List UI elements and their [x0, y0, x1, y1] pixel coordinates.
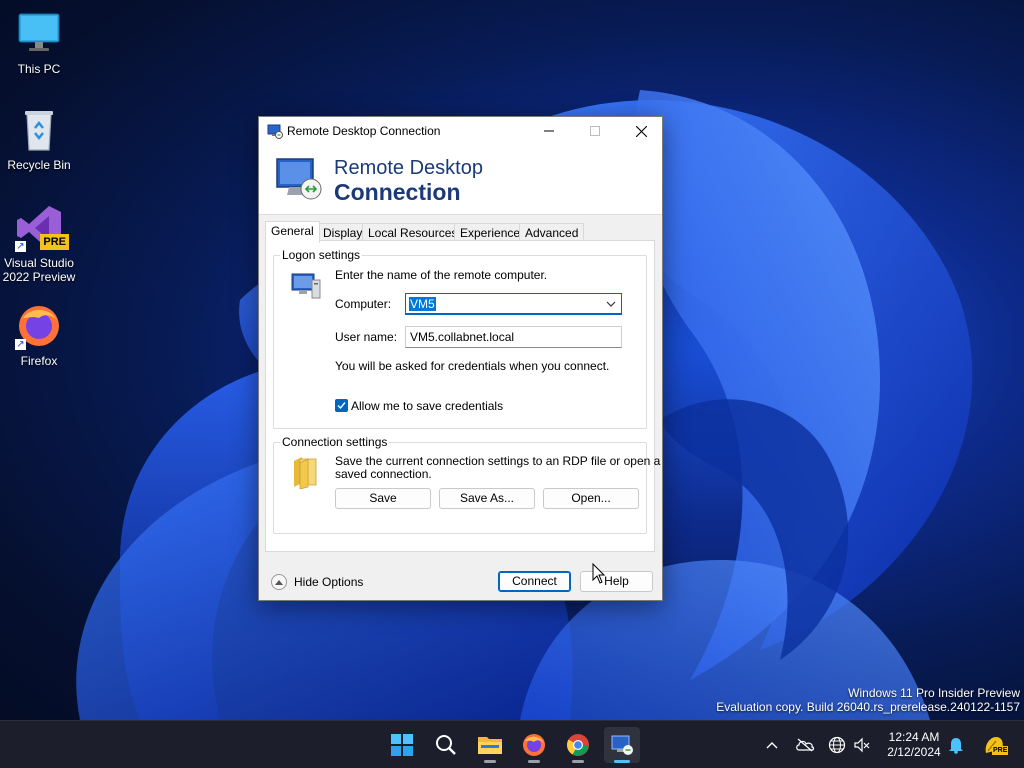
search-icon: [436, 735, 456, 755]
connect-button[interactable]: Connect: [498, 571, 571, 592]
chevron-down-icon[interactable]: [605, 298, 617, 310]
firefox-icon: [523, 734, 545, 756]
computer-combobox[interactable]: VM5: [405, 293, 622, 315]
folder-icon: [290, 455, 320, 490]
pre-badge: PRE: [992, 746, 1009, 755]
username-field[interactable]: VM5.collabnet.local: [405, 326, 622, 348]
computer-icon: [290, 270, 322, 302]
remote-desktop-dialog: Remote Desktop Connection Remote Desktop…: [258, 116, 663, 601]
checkmark-icon: [337, 402, 346, 410]
shortcut-arrow-icon: ↗: [15, 339, 26, 350]
connection-settings-label: Connection settings: [280, 435, 390, 449]
desktop-icon-visual-studio[interactable]: PRE ↗ Visual Studio 2022 Preview: [1, 204, 77, 284]
desktop-icon-this-pc[interactable]: This PC: [1, 10, 77, 76]
maximize-icon: [590, 126, 600, 136]
banner: Remote Desktop Connection: [259, 145, 662, 215]
banner-line1: Remote Desktop: [334, 157, 483, 179]
close-icon: [635, 125, 647, 137]
chevron-up-icon: [766, 742, 778, 749]
show-hidden-icons-button[interactable]: [762, 735, 782, 755]
chrome-icon: [567, 734, 589, 756]
save-as-button[interactable]: Save As...: [439, 488, 535, 509]
firefox-icon: ↗: [15, 302, 63, 350]
logon-settings-label: Logon settings: [280, 248, 363, 262]
pre-badge: PRE: [40, 234, 69, 250]
chrome-button[interactable]: [560, 727, 596, 763]
recycle-bin-icon: [15, 106, 63, 154]
username-label: User name:: [335, 330, 398, 344]
desktop-icon-label-line1: Visual Studio: [4, 256, 74, 270]
active-indicator: [614, 760, 630, 763]
save-button[interactable]: Save: [335, 488, 431, 509]
allow-save-credentials-checkbox[interactable]: [335, 399, 348, 412]
logon-settings-group: Logon settings Enter the name of the rem…: [273, 248, 647, 429]
speaker-muted-icon[interactable]: [852, 735, 872, 755]
tab-general[interactable]: General: [265, 221, 320, 243]
close-button[interactable]: [618, 117, 664, 145]
credentials-note: You will be asked for credentials when y…: [335, 359, 610, 373]
computer-value: VM5: [409, 297, 436, 311]
network-globe-icon[interactable]: [827, 735, 847, 755]
banner-line2: Connection: [334, 179, 461, 205]
file-explorer-icon: [478, 737, 502, 754]
visual-studio-icon: PRE ↗: [15, 204, 69, 252]
watermark-line2: Evaluation copy. Build 26040.rs_prerelea…: [716, 700, 1020, 714]
desktop-icon-firefox[interactable]: ↗ Firefox: [1, 302, 77, 368]
minimize-button[interactable]: [526, 117, 572, 145]
chevron-up-icon: [271, 574, 287, 590]
evaluation-watermark: Windows 11 Pro Insider Preview Evaluatio…: [716, 686, 1020, 714]
clock-date: 2/12/2024: [887, 745, 941, 759]
shortcut-arrow-icon: ↗: [15, 241, 26, 252]
remote-desktop-taskbar-button[interactable]: [604, 727, 640, 763]
start-button[interactable]: [384, 727, 420, 763]
remote-desktop-icon: [611, 735, 633, 755]
allow-save-credentials-label[interactable]: Allow me to save credentials: [351, 399, 503, 413]
watermark-line1: Windows 11 Pro Insider Preview: [848, 686, 1020, 700]
remote-desktop-logo-icon: [275, 155, 323, 203]
open-button[interactable]: Open...: [543, 488, 639, 509]
desktop-icon-recycle-bin[interactable]: Recycle Bin: [1, 106, 77, 172]
desktop-icon-label: Recycle Bin: [7, 158, 71, 172]
minimize-icon: [544, 130, 554, 132]
windows-start-icon: [391, 734, 413, 756]
notification-bell-icon[interactable]: [946, 735, 966, 755]
remote-desktop-app-icon: [267, 123, 283, 139]
desktop-icon-label: Firefox: [20, 354, 58, 368]
title-bar[interactable]: Remote Desktop Connection: [259, 117, 662, 145]
taskbar: 12:24 AM 2/12/2024 PRE: [0, 720, 1024, 768]
clock-time: 12:24 AM: [888, 730, 940, 744]
help-button[interactable]: Help: [580, 571, 653, 592]
running-indicator: [528, 760, 540, 763]
mouse-cursor-icon: [592, 563, 606, 584]
connection-settings-group: Connection settings Save the current con…: [273, 435, 660, 534]
connection-description-line2: saved connection.: [335, 467, 432, 481]
search-button[interactable]: [428, 727, 464, 763]
clock[interactable]: 12:24 AM 2/12/2024: [876, 730, 952, 760]
firefox-button[interactable]: [516, 727, 552, 763]
maximize-button[interactable]: [572, 117, 618, 145]
running-indicator: [484, 760, 496, 763]
running-indicator: [572, 760, 584, 763]
file-explorer-button[interactable]: [472, 727, 508, 763]
desktop-icon-label: This PC: [17, 62, 61, 76]
onedrive-offline-icon[interactable]: [795, 735, 815, 755]
computer-label: Computer:: [335, 297, 392, 311]
general-tab-panel: Logon settings Enter the name of the rem…: [265, 240, 660, 552]
window-title: Remote Desktop Connection: [287, 124, 441, 138]
computer-instruction: Enter the name of the remote computer.: [335, 268, 548, 282]
insider-preview-icon[interactable]: PRE: [982, 733, 1009, 757]
desktop-icon-label-line2: 2022 Preview: [2, 270, 76, 284]
connection-description-line1: Save the current connection settings to …: [335, 454, 661, 468]
monitor-icon: [15, 10, 63, 58]
hide-options-label: Hide Options: [294, 575, 364, 589]
